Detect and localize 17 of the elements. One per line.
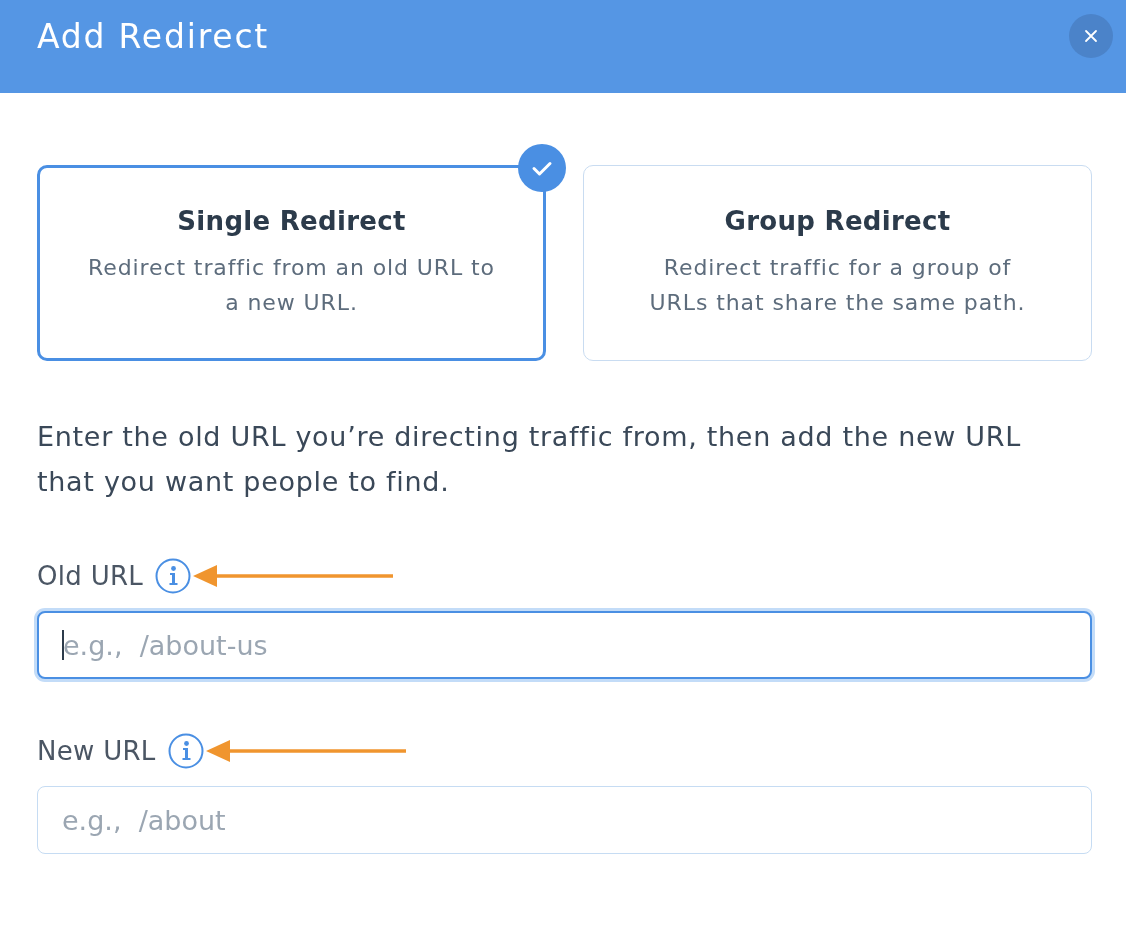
input-field[interactable]: e.g., /about-us [37,611,1092,679]
dialog-title: Add Redirect [37,17,270,56]
option-card[interactable]: Single Redirect Redirect traffic from an old URL to a new URL. [37,165,546,361]
option-card[interactable]: Group Redirect Redirect traffic for a group of URLs that share the same path. [583,165,1092,361]
card-description: Redirect traffic from an old URL to a new URL. [88,254,495,317]
card-title: Single Redirect [177,206,406,236]
info-icon[interactable] [155,558,192,594]
card-title: Group Redirect [724,206,951,236]
close-button[interactable] [1069,13,1113,58]
instructions-text: Enter the old URL you’re directing traffic from, then add the new URL that you want people to find. [37,420,1022,499]
card-description: Redirect traffic for a group of URLs that share the same path. [648,254,1027,317]
close-icon [1084,28,1098,43]
field-label: Old URL [37,561,144,591]
text-cursor [62,630,64,660]
info-icon[interactable] [167,733,204,769]
check-icon [518,144,566,192]
field-label: New URL [37,736,156,766]
